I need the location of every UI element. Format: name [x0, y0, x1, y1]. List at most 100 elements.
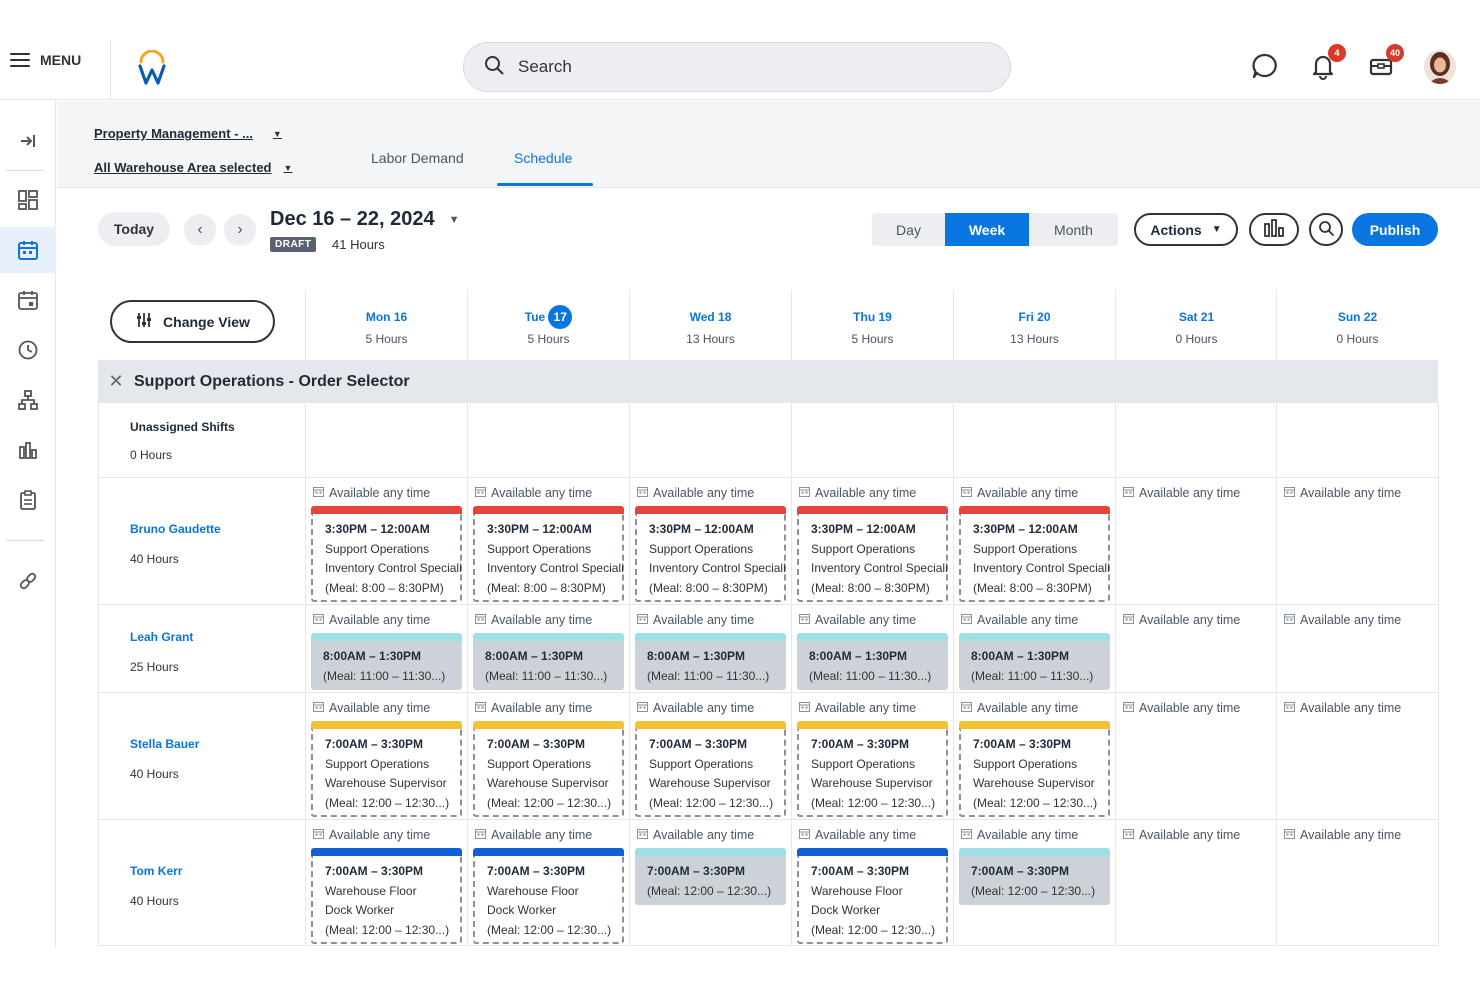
shift-card[interactable]: 3:30PM – 12:00AM Support Operations Invent… — [311, 506, 462, 603]
shift-card[interactable]: 7:00AM – 3:30PM (Meal: 12:00 – 12:30...) — [959, 848, 1110, 906]
shift-detail-line: Support Operations — [811, 756, 916, 771]
shift-card[interactable]: 8:00AM – 1:30PM (Meal: 11:00 – 11:30...) — [635, 633, 786, 691]
employee-hours: 40 Hours — [130, 894, 179, 908]
org-filter-dropdown[interactable]: Property Management - ... ▼ — [94, 126, 282, 141]
shift-time: 7:00AM – 3:30PM — [487, 737, 586, 751]
shift-card[interactable]: 7:00AM – 3:30PM Support Operations Warehou… — [311, 721, 462, 818]
today-button[interactable]: Today — [98, 212, 170, 246]
actions-button[interactable]: Actions ▼ — [1134, 213, 1238, 246]
availability-label: Available any time — [961, 701, 1078, 715]
calendar-icon — [799, 486, 810, 500]
availability-label: Available any time — [799, 828, 916, 842]
change-view-button[interactable]: Change View — [110, 300, 275, 343]
schedule-calendar-icon[interactable] — [0, 227, 56, 273]
shift-time: 8:00AM – 1:30PM — [485, 649, 584, 663]
calendar-icon — [1284, 613, 1295, 627]
shift-card[interactable]: 8:00AM – 1:30PM (Meal: 11:00 – 11:30...) — [797, 633, 948, 691]
publish-button[interactable]: Publish — [1352, 213, 1438, 246]
shift-detail-line: Dock Worker — [811, 903, 881, 918]
workday-logo-icon[interactable] — [136, 49, 168, 86]
day-header-sun[interactable]: Sun 22 0 Hours — [1276, 290, 1438, 360]
search-bar[interactable] — [463, 42, 1011, 92]
availability-text: Available any time — [815, 701, 917, 715]
shift-card[interactable]: 7:00AM – 3:30PM Warehouse Floor Dock Worke… — [473, 848, 624, 945]
tab-labor-demand[interactable]: Labor Demand — [371, 150, 464, 166]
bar-chart-icon[interactable] — [0, 427, 56, 473]
shift-card[interactable]: 7:00AM – 3:30PM Warehouse Floor Dock Worke… — [311, 848, 462, 945]
view-month-button[interactable]: Month — [1029, 213, 1118, 246]
shift-card[interactable]: 7:00AM – 3:30PM Support Operations Warehou… — [473, 721, 624, 818]
calendar-icon — [961, 486, 972, 500]
view-week-button[interactable]: Week — [945, 213, 1029, 246]
calendar-icon — [313, 701, 324, 715]
shift-detail-line: (Meal: 12:00 – 12:30...) — [971, 883, 1096, 898]
shift-detail-line: Inventory Control Specialist — [649, 561, 786, 576]
calendar-icon[interactable] — [0, 277, 56, 323]
day-header-thu[interactable]: Thu 19 5 Hours — [791, 290, 953, 360]
org-chart-icon[interactable] — [0, 377, 56, 423]
shift-detail-line: (Meal: 11:00 – 11:30...) — [485, 668, 608, 683]
shift-card[interactable]: 7:00AM – 3:30PM Support Operations Warehou… — [635, 721, 786, 818]
employee-name-link[interactable]: Stella Bauer — [130, 737, 199, 751]
shift-card[interactable]: 8:00AM – 1:30PM (Meal: 11:00 – 11:30...) — [473, 633, 624, 691]
clock-icon[interactable] — [0, 327, 56, 373]
calendar-icon — [475, 613, 486, 627]
search-schedule-button[interactable] — [1309, 213, 1343, 246]
left-rail — [0, 100, 56, 948]
employee-hours: 40 Hours — [130, 767, 179, 781]
shift-detail-line: (Meal: 12:00 – 12:30...) — [487, 922, 612, 937]
shift-card[interactable]: 8:00AM – 1:30PM (Meal: 11:00 – 11:30...) — [959, 633, 1110, 691]
shift-detail-line: (Meal: 12:00 – 12:30...) — [647, 883, 772, 898]
day-header-sat[interactable]: Sat 21 0 Hours — [1115, 290, 1277, 360]
shift-card[interactable]: 3:30PM – 12:00AM Support Operations Invent… — [473, 506, 624, 603]
total-hours: 41 Hours — [332, 237, 385, 252]
avatar[interactable] — [1424, 50, 1456, 84]
date-range-picker[interactable]: Dec 16 – 22, 2024 ▼ — [270, 208, 459, 231]
employee-name-link[interactable]: Bruno Gaudette — [130, 522, 221, 536]
search-input[interactable] — [518, 57, 958, 77]
shift-card[interactable]: 7:00AM – 3:30PM (Meal: 12:00 – 12:30...) — [635, 848, 786, 906]
shift-card[interactable]: 7:00AM – 3:30PM Support Operations Warehou… — [797, 721, 948, 818]
shift-card[interactable]: 7:00AM – 3:30PM Support Operations Warehou… — [959, 721, 1110, 818]
shift-time: 7:00AM – 3:30PM — [811, 737, 910, 751]
shift-details: 8:00AM – 1:30PM (Meal: 11:00 – 11:30...) — [311, 641, 462, 691]
link-icon[interactable] — [0, 558, 56, 604]
shift-time: 7:00AM – 3:30PM — [973, 737, 1072, 751]
day-header-mon[interactable]: Mon 16 5 Hours — [305, 290, 467, 360]
grid-column-line — [791, 403, 792, 945]
rail-divider — [6, 170, 44, 171]
expand-rail-icon[interactable] — [0, 118, 56, 164]
availability-text: Available any time — [329, 613, 431, 627]
shift-card[interactable]: 8:00AM – 1:30PM (Meal: 11:00 – 11:30...) — [311, 633, 462, 691]
chart-view-button[interactable] — [1249, 213, 1299, 246]
shift-time: 7:00AM – 3:30PM — [649, 737, 748, 751]
employee-name-link[interactable]: Tom Kerr — [130, 864, 182, 878]
previous-week-button[interactable]: ‹ — [184, 214, 216, 246]
employee-name-link[interactable]: Leah Grant — [130, 630, 193, 644]
chat-icon[interactable] — [1250, 52, 1280, 82]
availability-text: Available any time — [653, 613, 755, 627]
dashboard-icon[interactable] — [0, 177, 56, 223]
shift-card[interactable]: 3:30PM – 12:00AM Support Operations Invent… — [797, 506, 948, 603]
calendar-icon — [1284, 828, 1295, 842]
tab-schedule[interactable]: Schedule — [514, 150, 572, 166]
shift-details: 7:00AM – 3:30PM Warehouse Floor Dock Worke… — [311, 856, 462, 945]
clipboard-icon[interactable] — [0, 477, 56, 523]
shift-card[interactable]: 3:30PM – 12:00AM Support Operations Invent… — [959, 506, 1110, 603]
view-day-button[interactable]: Day — [872, 213, 945, 246]
shift-detail-line: (Meal: 8:00 – 8:30PM) — [325, 580, 444, 595]
shift-card[interactable]: 3:30PM – 12:00AM Support Operations Invent… — [635, 506, 786, 603]
next-week-button[interactable]: › — [224, 214, 256, 246]
notifications-button[interactable]: 4 — [1308, 44, 1346, 82]
menu-button[interactable]: MENU — [10, 52, 81, 68]
shift-detail-line: Warehouse Supervisor — [649, 776, 771, 791]
day-header-tue[interactable]: Tue 17 5 Hours — [467, 290, 629, 360]
day-header-wed[interactable]: Wed 18 13 Hours — [629, 290, 791, 360]
inbox-button[interactable]: 40 — [1366, 44, 1404, 82]
day-header-fri[interactable]: Fri 20 13 Hours — [953, 290, 1115, 360]
close-icon[interactable]: ✕ — [98, 371, 134, 392]
area-filter-dropdown[interactable]: All Warehouse Area selected ▼ — [94, 160, 292, 175]
shift-card[interactable]: 7:00AM – 3:30PM Warehouse Floor Dock Worke… — [797, 848, 948, 945]
day-hours: 0 Hours — [1175, 332, 1218, 346]
shift-color-bar — [635, 721, 786, 729]
